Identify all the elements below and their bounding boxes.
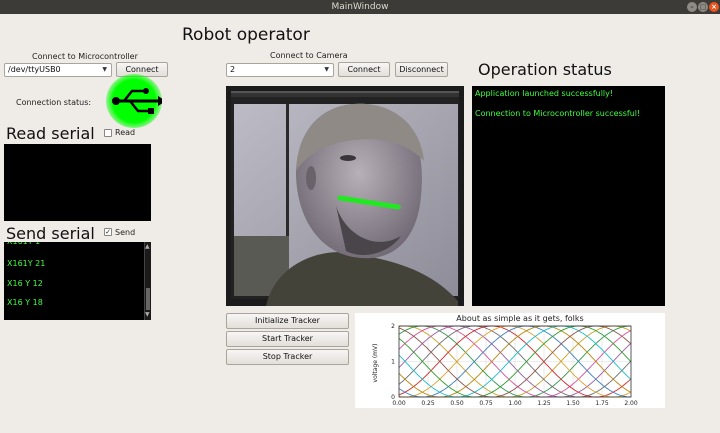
chart-x-tick-label: 0.00 bbox=[392, 400, 406, 407]
send-checkbox[interactable]: ✓ bbox=[104, 228, 112, 236]
camera-feed bbox=[226, 86, 464, 306]
signal-chart: About as simple as it gets, folks voltag… bbox=[355, 313, 665, 408]
log-line: X16 Y 12 bbox=[7, 279, 43, 288]
initialize-tracker-button[interactable]: Initialize Tracker bbox=[226, 313, 349, 329]
serial-port-select[interactable]: /dev/ttyUSB0 ▼ bbox=[4, 63, 112, 77]
read-checkbox[interactable] bbox=[104, 129, 112, 137]
log-line: X16 Y 18 bbox=[7, 298, 43, 307]
scroll-up-icon[interactable]: ▲ bbox=[145, 244, 151, 250]
camera-connect-button[interactable]: Connect bbox=[338, 62, 390, 77]
chart-x-tick-label: 1.00 bbox=[508, 400, 522, 407]
minimize-icon[interactable]: – bbox=[687, 2, 697, 12]
app-title: Robot operator bbox=[182, 25, 310, 45]
chart-y-tick-label: 1 bbox=[391, 359, 395, 366]
send-serial-log[interactable]: X161Y 1 X161Y 21 X16 Y 12 X16 Y 18 ▲ ▼ bbox=[4, 242, 151, 320]
chart-title: About as simple as it gets, folks bbox=[456, 314, 583, 323]
chart-x-tick-label: 0.75 bbox=[479, 400, 493, 407]
status-message: Connection to Microcontroller successful… bbox=[475, 109, 641, 118]
read-serial-title: Read serial bbox=[6, 124, 95, 143]
operation-status-title: Operation status bbox=[478, 60, 612, 79]
connection-status-label: Connection status: bbox=[16, 98, 92, 107]
chart-x-tick-label: 1.75 bbox=[595, 400, 609, 407]
read-serial-output[interactable] bbox=[4, 144, 151, 221]
camera-label: Connect to Camera bbox=[270, 51, 348, 60]
chart-x-tick-label: 1.25 bbox=[537, 400, 551, 407]
scroll-down-icon[interactable]: ▼ bbox=[145, 312, 151, 318]
chart-x-tick-label: 0.25 bbox=[421, 400, 435, 407]
microcontroller-label: Connect to Microcontroller bbox=[32, 52, 138, 61]
stop-tracker-button[interactable]: Stop Tracker bbox=[226, 349, 349, 365]
chart-x-tick-label: 2.00 bbox=[624, 400, 638, 407]
chevron-down-icon: ▼ bbox=[324, 66, 329, 73]
maximize-icon[interactable]: □ bbox=[698, 2, 708, 12]
camera-disconnect-button[interactable]: Disconnect bbox=[395, 62, 448, 77]
chart-x-tick-label: 1.50 bbox=[566, 400, 580, 407]
chart-x-tick-label: 0.50 bbox=[450, 400, 464, 407]
serial-port-value: /dev/ttyUSB0 bbox=[8, 65, 61, 74]
chart-svg: About as simple as it gets, folks voltag… bbox=[372, 314, 638, 407]
connection-status-indicator bbox=[106, 74, 166, 128]
chart-y-tick-label: 0 bbox=[391, 394, 395, 401]
send-serial-title: Send serial bbox=[6, 224, 95, 243]
scrollbar-thumb[interactable] bbox=[146, 288, 150, 310]
usb-icon bbox=[112, 88, 166, 114]
start-tracker-button[interactable]: Start Tracker bbox=[226, 331, 349, 347]
status-message: Application launched successfully! bbox=[475, 89, 614, 98]
camera-frame-image bbox=[231, 91, 459, 306]
send-checkbox-label: Send bbox=[115, 228, 136, 237]
camera-select[interactable]: 2 ▼ bbox=[226, 63, 334, 77]
chart-y-axis-label: voltage (mV) bbox=[372, 344, 379, 383]
close-icon[interactable]: × bbox=[709, 2, 719, 12]
log-line: X161Y 21 bbox=[7, 259, 46, 268]
window-titlebar: MainWindow – □ × bbox=[0, 0, 720, 14]
log-line: X161Y 1 bbox=[7, 242, 40, 246]
read-checkbox-label: Read bbox=[115, 128, 136, 137]
chart-y-tick-label: 2 bbox=[391, 323, 395, 330]
camera-select-value: 2 bbox=[230, 65, 236, 74]
log-scrollbar[interactable]: ▲ ▼ bbox=[144, 242, 151, 320]
window-title: MainWindow bbox=[331, 2, 389, 12]
operation-status-log[interactable]: Application launched successfully! Conne… bbox=[472, 86, 665, 306]
